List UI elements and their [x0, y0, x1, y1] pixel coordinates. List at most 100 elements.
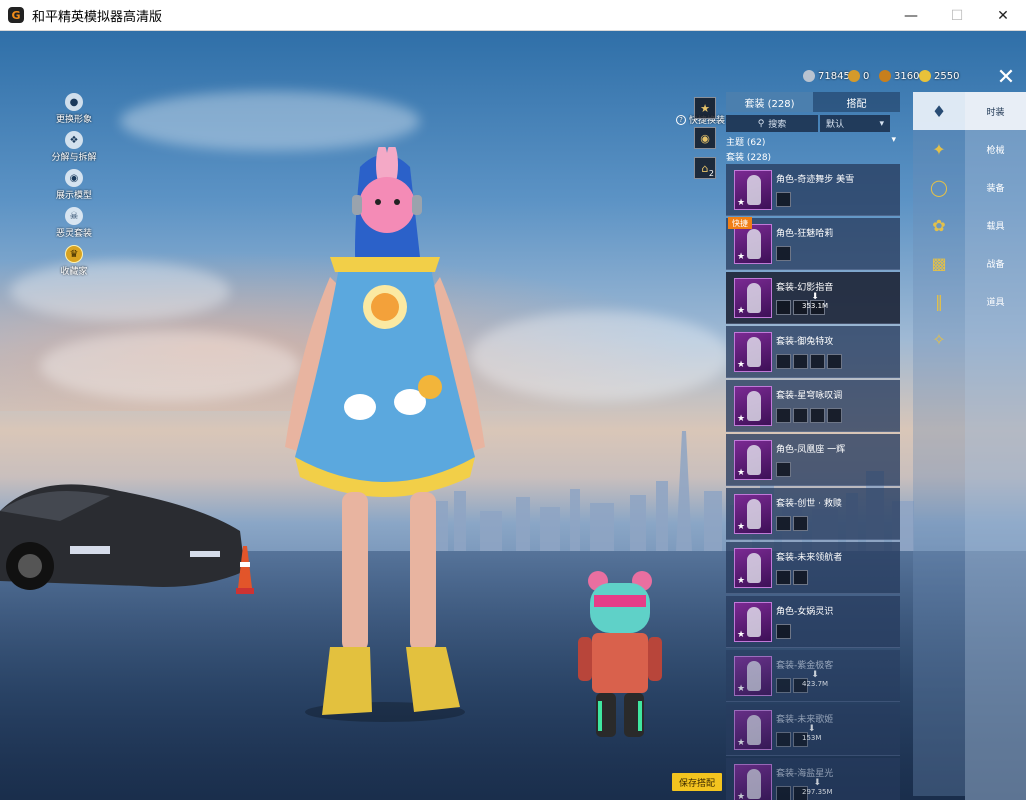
quick-slot-hanger[interactable]: ⌂ 2	[694, 157, 716, 179]
star-icon: ★	[737, 630, 746, 640]
sub-items	[776, 354, 842, 369]
minimize-icon[interactable]: —	[888, 0, 934, 31]
currency-value: 0	[863, 70, 870, 82]
outfit-card[interactable]: ★ 套装-紫金极客 ⬇ 423.7M	[726, 650, 900, 702]
sub-item-thumb[interactable]	[776, 462, 791, 477]
skull-icon: ☠	[65, 207, 83, 225]
download-indicator[interactable]: ⬇ 353.1M	[802, 292, 828, 310]
sub-item-thumb[interactable]	[776, 246, 791, 261]
cloud	[470, 311, 730, 401]
outfit-card[interactable]: ★ 套装-幻影指音 ⬇ 353.1M	[726, 272, 900, 324]
sub-item-thumb[interactable]	[793, 516, 808, 531]
sub-item-thumb[interactable]	[776, 408, 791, 423]
outfit-card[interactable]: ★ 套装-创世 · 救赎	[726, 488, 900, 540]
outfit-name: 套装-星穹咏叹调	[776, 391, 843, 401]
sub-item-thumb[interactable]	[776, 624, 791, 639]
outfit-card[interactable]: ★ 套装-星穹咏叹调	[726, 380, 900, 432]
download-icon: ⬇	[807, 724, 816, 734]
menu-label: 收藏家	[60, 267, 88, 277]
outfit-card[interactable]: ★ 角色-凤凰座 一辉	[726, 434, 900, 486]
star-icon: ★	[737, 738, 746, 748]
vehicle-icon[interactable]: ✿	[913, 206, 965, 244]
search-button[interactable]: ⚲ 搜索	[726, 115, 818, 132]
category-icons: ♦ ✦ ◯ ✿ ▩ ‖ ✧	[913, 92, 965, 796]
quick-slot-outfit[interactable]: ★	[694, 97, 716, 119]
outfit-name: 角色-凤凰座 一辉	[776, 445, 846, 455]
sub-item-thumb[interactable]	[793, 408, 808, 423]
sub-item-thumb[interactable]	[776, 192, 791, 207]
close-icon[interactable]: ✕	[980, 0, 1026, 31]
sub-items	[776, 462, 791, 477]
outfit-card[interactable]: ★ 套装-海盐星光 ⬇ 297.35M	[726, 758, 900, 800]
sub-items	[776, 516, 808, 531]
outfit-name: 套装-未来领航者	[776, 553, 843, 563]
outfit-thumbnail: ★	[734, 602, 772, 642]
fashion-icon[interactable]: ♦	[913, 92, 965, 130]
outfit-card[interactable]: ★ 套装-御兔特攻	[726, 326, 900, 378]
outfit-list: ★ 角色-奇迹舞步 美雪 ★ 快捷 角色-狂魅哈莉 ★ 套装-幻影指音 ⬇ 353.1M ★ 套装-…	[726, 164, 900, 800]
close-x-icon[interactable]: ✕	[992, 63, 1020, 91]
outfit-name: 角色-狂魅哈莉	[776, 229, 834, 239]
figure-silhouette	[747, 661, 761, 691]
sub-item-thumb[interactable]	[776, 786, 791, 800]
category-theme[interactable]: 主题 (62) ▾	[726, 135, 900, 148]
category-suit[interactable]: 套装 (228)	[726, 150, 900, 163]
category-tab-label[interactable]: 装备	[965, 168, 1026, 206]
category-tab-label[interactable]: 战备	[965, 244, 1026, 282]
category-tab-label[interactable]: 枪械	[965, 130, 1026, 168]
menu-label: 展示模型	[55, 191, 92, 201]
category-tab-label[interactable]: 道具	[965, 282, 1026, 320]
sub-item-thumb[interactable]	[776, 516, 791, 531]
menu-show-model[interactable]: ◉ 展示模型	[52, 169, 96, 201]
sub-item-thumb[interactable]	[793, 354, 808, 369]
sub-item-thumb[interactable]	[810, 354, 825, 369]
window-controls: — ☐ ✕	[888, 0, 1026, 31]
quick-slot-helmet[interactable]: ◉	[694, 127, 716, 149]
player-character	[285, 147, 485, 722]
puzzle-icon: ❖	[65, 131, 83, 149]
sub-item-thumb[interactable]	[810, 408, 825, 423]
sub-item-thumb[interactable]	[793, 570, 808, 585]
sort-dropdown[interactable]: 默认 ▾	[820, 115, 890, 132]
sub-item-thumb[interactable]	[776, 732, 791, 747]
pants-icon[interactable]: ‖	[913, 282, 965, 320]
game-viewport: ● 更换形象 ❖ 分解与拆解 ◉ 展示模型 ☠ 恶灵套装 ♛ 收藏家 ? 快捷换…	[0, 31, 1026, 800]
outfit-card[interactable]: ★ 角色-女娲灵识	[726, 596, 900, 648]
download-indicator[interactable]: ⬇ 423.7M	[802, 670, 828, 688]
helmet-slot-icon: ◉	[700, 131, 710, 145]
sub-item-thumb[interactable]	[776, 570, 791, 585]
outfit-card[interactable]: ★ 快捷 角色-狂魅哈莉	[726, 217, 900, 270]
category-tab-label[interactable]: 载具	[965, 206, 1026, 244]
category-tab-label[interactable]: 时装	[965, 92, 1026, 130]
save-outfit-button[interactable]: 保存搭配	[672, 773, 722, 791]
outfit-card[interactable]: ★ 角色-奇迹舞步 美雪	[726, 164, 900, 216]
axe-icon[interactable]: ✧	[913, 320, 965, 358]
menu-decompose[interactable]: ❖ 分解与拆解	[52, 131, 97, 163]
gun-icon[interactable]: ✦	[913, 130, 965, 168]
outfit-name: 套装-御兔特攻	[776, 337, 834, 347]
outfit-slot-icon: ★	[700, 101, 710, 115]
menu-ghost-suit[interactable]: ☠ 恶灵套装	[52, 207, 96, 239]
outfit-thumbnail: ★	[734, 386, 772, 426]
tab-suits[interactable]: 套装 (228)	[726, 92, 813, 112]
goggles-icon[interactable]: ◯	[913, 168, 965, 206]
sub-item-thumb[interactable]	[776, 300, 791, 315]
menu-collector[interactable]: ♛ 收藏家	[52, 245, 96, 277]
download-indicator[interactable]: ⬇ 297.35M	[802, 778, 833, 796]
backpack-icon[interactable]: ▩	[913, 244, 965, 282]
menu-change-look[interactable]: ● 更换形象	[52, 93, 96, 125]
outfit-card[interactable]: ★ 套装-未来歌姬 ⬇ 153M	[726, 704, 900, 756]
search-row: ⚲ 搜索 默认 ▾	[726, 115, 900, 132]
sub-item-thumb[interactable]	[776, 354, 791, 369]
sub-item-thumb[interactable]	[827, 408, 842, 423]
download-icon: ⬇	[811, 670, 819, 680]
maximize-icon[interactable]: ☐	[934, 0, 980, 31]
sub-item-thumb[interactable]	[827, 354, 842, 369]
download-size: 423.7M	[802, 680, 829, 688]
outfit-thumbnail: ★	[734, 710, 772, 750]
sub-item-thumb[interactable]	[776, 678, 791, 693]
outfit-card[interactable]: ★ 套装-未来领航者	[726, 542, 900, 594]
sub-items	[776, 570, 808, 585]
tab-match[interactable]: 搭配	[813, 92, 900, 112]
download-indicator[interactable]: ⬇ 153M	[802, 724, 821, 742]
